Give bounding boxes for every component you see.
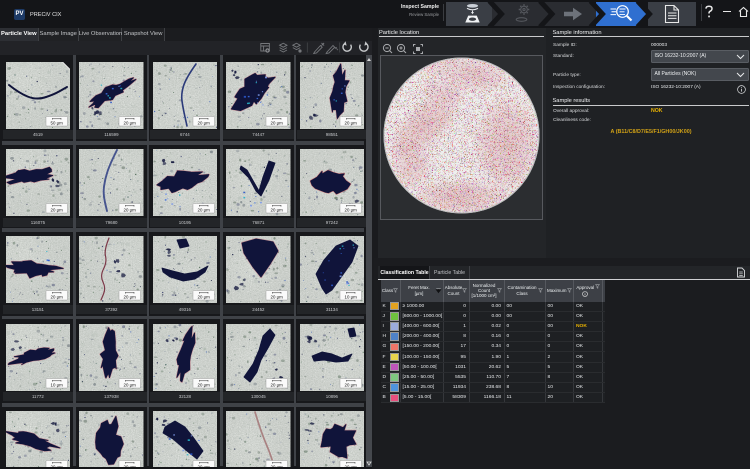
svg-text:20 µm: 20 µm	[197, 120, 210, 125]
svg-text:20 µm: 20 µm	[271, 208, 284, 213]
svg-text:10 µm: 10 µm	[50, 382, 63, 387]
svg-text:20 µm: 20 µm	[124, 382, 137, 387]
svg-text:20 µm: 20 µm	[197, 208, 210, 213]
svg-text:50 µm: 50 µm	[50, 120, 63, 125]
svg-text:20 µm: 20 µm	[344, 208, 357, 213]
svg-text:20 µm: 20 µm	[50, 295, 63, 300]
svg-text:20 µm: 20 µm	[344, 382, 357, 387]
svg-text:20 µm: 20 µm	[124, 120, 137, 125]
svg-text:20 µm: 20 µm	[344, 120, 357, 125]
svg-text:20 µm: 20 µm	[271, 382, 284, 387]
svg-text:20 µm: 20 µm	[271, 120, 284, 125]
svg-text:20 µm: 20 µm	[50, 208, 63, 213]
svg-text:20 µm: 20 µm	[197, 295, 210, 300]
svg-text:20 µm: 20 µm	[197, 382, 210, 387]
svg-text:20 µm: 20 µm	[124, 295, 137, 300]
svg-text:20 µm: 20 µm	[124, 208, 137, 213]
svg-text:20 µm: 20 µm	[271, 295, 284, 300]
svg-text:10 µm: 10 µm	[344, 295, 357, 300]
